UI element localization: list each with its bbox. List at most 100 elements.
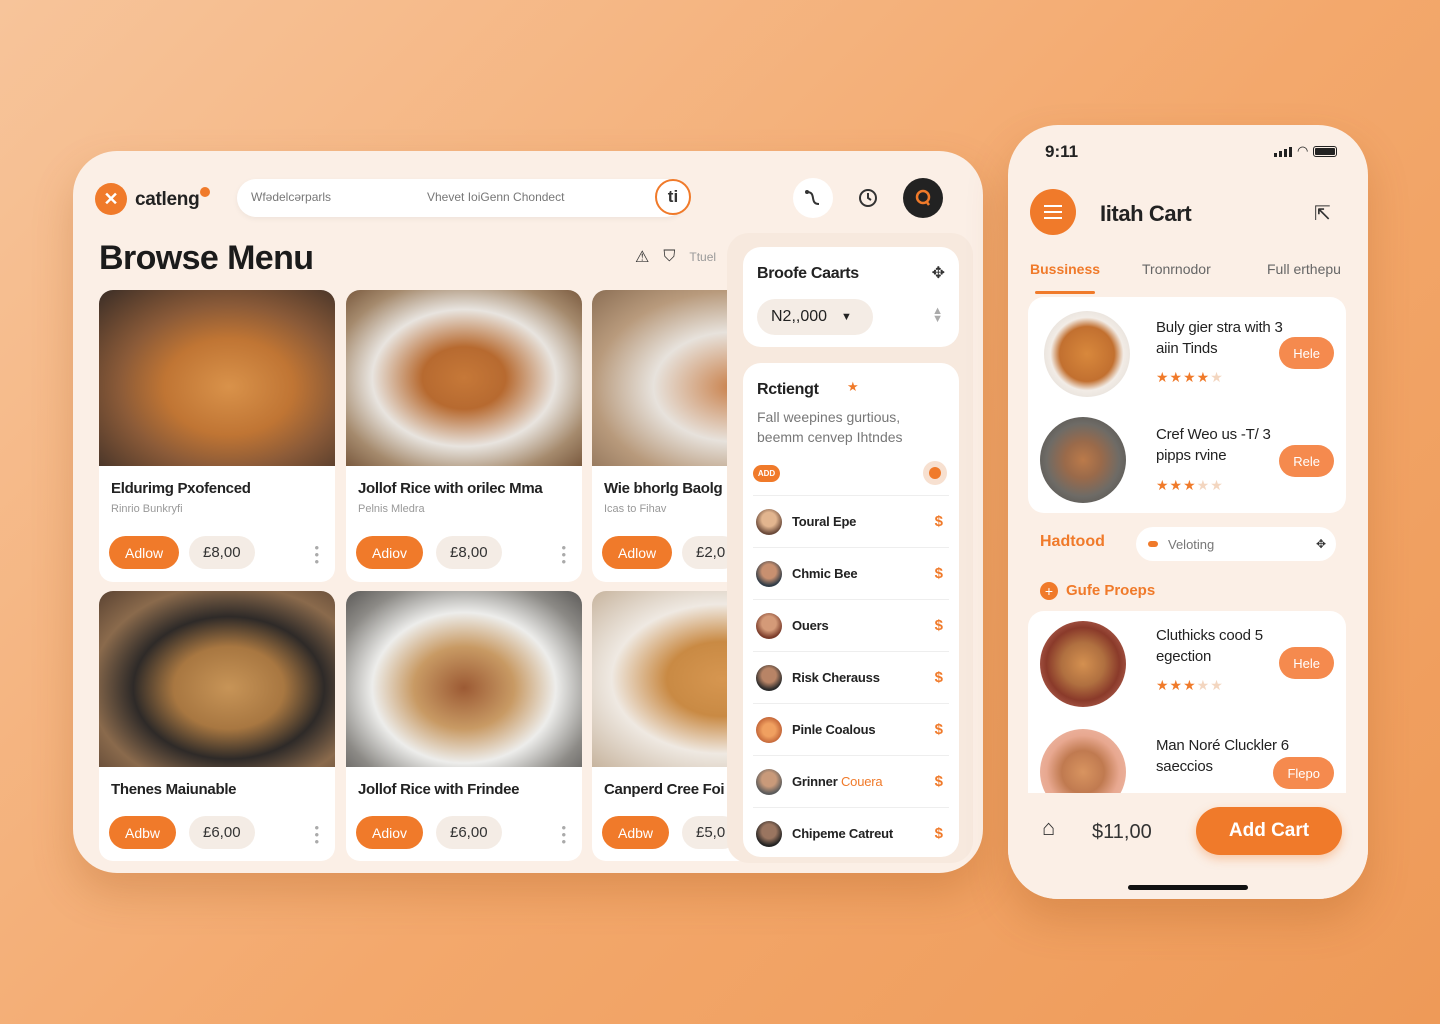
subsection-title: Gufe Proeps bbox=[1066, 582, 1156, 599]
food-image bbox=[99, 591, 335, 767]
cart-item-button[interactable]: Hele bbox=[1279, 647, 1334, 679]
mobile-window: 9:11 ◠ Iitah Cart ⇱ Bussiness Tronrnodor… bbox=[1008, 125, 1368, 899]
chat-icon[interactable] bbox=[903, 178, 943, 218]
add-badge[interactable]: ADD bbox=[753, 465, 780, 482]
route-icon[interactable] bbox=[793, 178, 833, 218]
info-icon[interactable] bbox=[923, 461, 947, 485]
tab-third[interactable]: Full erthepu bbox=[1267, 261, 1341, 277]
menu-card[interactable]: Jollof Rice with orilec Mma Pelnis Mledr… bbox=[346, 290, 582, 582]
dollar-icon[interactable]: $ bbox=[935, 565, 943, 582]
add-button[interactable]: Adbw bbox=[602, 816, 670, 849]
item-sub: Pelnis Mledra bbox=[358, 503, 425, 515]
list-item[interactable]: Pinle Coalous $ bbox=[753, 703, 949, 755]
cup-icon[interactable]: ⛉ bbox=[663, 248, 675, 266]
cart-item-button[interactable]: Rele bbox=[1279, 445, 1334, 477]
list-item[interactable]: Chipeme Catreut $ bbox=[753, 807, 949, 859]
amount-value: N2,,000 bbox=[771, 308, 828, 325]
move-icon[interactable]: ✥ bbox=[932, 263, 945, 283]
filter-text[interactable]: Ttuel bbox=[689, 250, 716, 264]
tab-business[interactable]: Bussiness bbox=[1030, 261, 1100, 277]
cart-title: Broofe Caarts bbox=[757, 265, 859, 282]
timer-icon[interactable] bbox=[848, 178, 888, 218]
person-name-main: Grinner bbox=[792, 774, 838, 789]
more-icon[interactable]: • • • bbox=[561, 541, 566, 568]
dollar-icon[interactable]: $ bbox=[935, 513, 943, 530]
dollar-icon[interactable]: $ bbox=[935, 825, 943, 842]
list-item[interactable]: Grinner Couera $ bbox=[753, 755, 949, 807]
share-icon[interactable]: ⇱ bbox=[1314, 201, 1331, 226]
avatar bbox=[756, 820, 782, 847]
food-image bbox=[99, 290, 335, 466]
plus-icon[interactable]: + bbox=[1040, 582, 1058, 600]
list-item[interactable]: Risk Cherauss $ bbox=[753, 651, 949, 703]
item-sub: Rinrio Bunkryfi bbox=[111, 503, 183, 515]
battery-icon bbox=[1313, 146, 1338, 157]
rating-card: Rctiengt ★ Fall weepines gurtious, beemm… bbox=[743, 363, 959, 857]
item-price: £6,00 bbox=[189, 816, 255, 849]
more-icon[interactable]: • • • bbox=[314, 821, 319, 848]
home-indicator bbox=[1128, 885, 1248, 890]
cart-item-button[interactable]: Flepo bbox=[1273, 757, 1334, 789]
add-button[interactable]: Adiov bbox=[356, 536, 424, 569]
section-field[interactable]: Veloting ✥ bbox=[1136, 527, 1336, 561]
page-title: Browse Menu bbox=[99, 239, 314, 277]
add-cart-button[interactable]: Add Cart bbox=[1196, 807, 1342, 855]
search-badge-button[interactable]: ti bbox=[655, 179, 691, 215]
item-price: £6,00 bbox=[436, 816, 502, 849]
dish-image bbox=[1040, 417, 1126, 503]
warning-icon[interactable]: ⚠ bbox=[635, 247, 649, 267]
menu-card[interactable]: Jollof Rice with Frindee Adiov £6,00 • • • bbox=[346, 591, 582, 861]
person-name: Ouers bbox=[792, 618, 829, 633]
star-rating: ★★★★★ bbox=[1156, 369, 1224, 385]
list-item[interactable]: Toural Epe $ bbox=[753, 495, 949, 547]
search-text-left: Wfədelcərparls bbox=[251, 190, 332, 204]
person-name: Pinle Coalous bbox=[792, 722, 876, 737]
field-icon bbox=[1148, 541, 1158, 547]
dollar-icon[interactable]: $ bbox=[935, 617, 943, 634]
person-name: Chipeme Catreut bbox=[792, 826, 894, 841]
add-button[interactable]: Adlow bbox=[109, 536, 180, 569]
dollar-icon[interactable]: $ bbox=[935, 773, 943, 790]
route-icon-svg bbox=[805, 190, 820, 205]
item-name: Jollof Rice with Frindee bbox=[358, 781, 520, 798]
header-filters: ⚠ ⛉ Ttuel bbox=[635, 247, 716, 267]
amount-select[interactable]: N2,,000 ▼ bbox=[757, 299, 873, 335]
tab-second[interactable]: Tronrnodor bbox=[1142, 261, 1211, 277]
menu-icon[interactable] bbox=[1030, 189, 1076, 235]
move-icon[interactable]: ✥ bbox=[1316, 537, 1326, 551]
list-item[interactable]: Chmic Bee $ bbox=[753, 547, 949, 599]
search-bar[interactable]: Wfədelcərparls Vhevet IoiGenn Chondect t… bbox=[237, 179, 691, 217]
person-name: Toural Epe bbox=[792, 514, 857, 529]
more-icon[interactable]: • • • bbox=[314, 541, 319, 568]
menu-card[interactable]: Eldurimg Pxofenced Rinrio Bunkryfi Adlow… bbox=[99, 290, 335, 582]
avatar bbox=[756, 560, 782, 587]
food-image bbox=[346, 290, 582, 466]
sort-icon[interactable]: ▲ ▼ bbox=[932, 306, 943, 325]
list-item[interactable]: Ouers $ bbox=[753, 599, 949, 651]
dish-image bbox=[1040, 621, 1126, 707]
dish-name: Cluthicks cood 5 egection bbox=[1156, 627, 1263, 665]
cart-summary: Broofe Caarts ✥ N2,,000 ▼ ▲ ▼ bbox=[743, 247, 959, 347]
dollar-icon[interactable]: $ bbox=[935, 721, 943, 738]
brand-dot bbox=[200, 187, 210, 197]
add-button[interactable]: Adbw bbox=[109, 816, 177, 849]
more-icon[interactable]: • • • bbox=[561, 821, 566, 848]
cart-item-button[interactable]: Hele bbox=[1279, 337, 1334, 369]
star-rating: ★★★★★ bbox=[1156, 677, 1224, 693]
dollar-icon[interactable]: $ bbox=[935, 669, 943, 686]
item-price: £8,00 bbox=[189, 536, 255, 569]
add-button[interactable]: Adiov bbox=[356, 816, 424, 849]
desktop-window: ✕ catleng Wfədelcərparls Vhevet IoiGenn … bbox=[73, 151, 983, 873]
item-name: Wie bhorlg Baolg bbox=[604, 480, 723, 497]
avatar bbox=[756, 768, 782, 795]
menu-card[interactable]: Thenes Maiunable Adbw £6,00 • • • bbox=[99, 591, 335, 861]
cart-list-top: Buly gier stra with 3 aiin Tinds ★★★★★ H… bbox=[1028, 297, 1346, 513]
person-name: Chmic Bee bbox=[792, 566, 858, 581]
item-sub: Icas to Fihav bbox=[604, 503, 667, 515]
add-button[interactable]: Adlow bbox=[602, 536, 673, 569]
status-time: 9:11 bbox=[1045, 142, 1079, 161]
chevron-down-icon: ▼ bbox=[841, 311, 852, 323]
person-name: Risk Cherauss bbox=[792, 670, 880, 685]
rating-title: Rctiengt bbox=[757, 381, 819, 398]
home-icon[interactable]: ⌂ bbox=[1042, 815, 1055, 841]
